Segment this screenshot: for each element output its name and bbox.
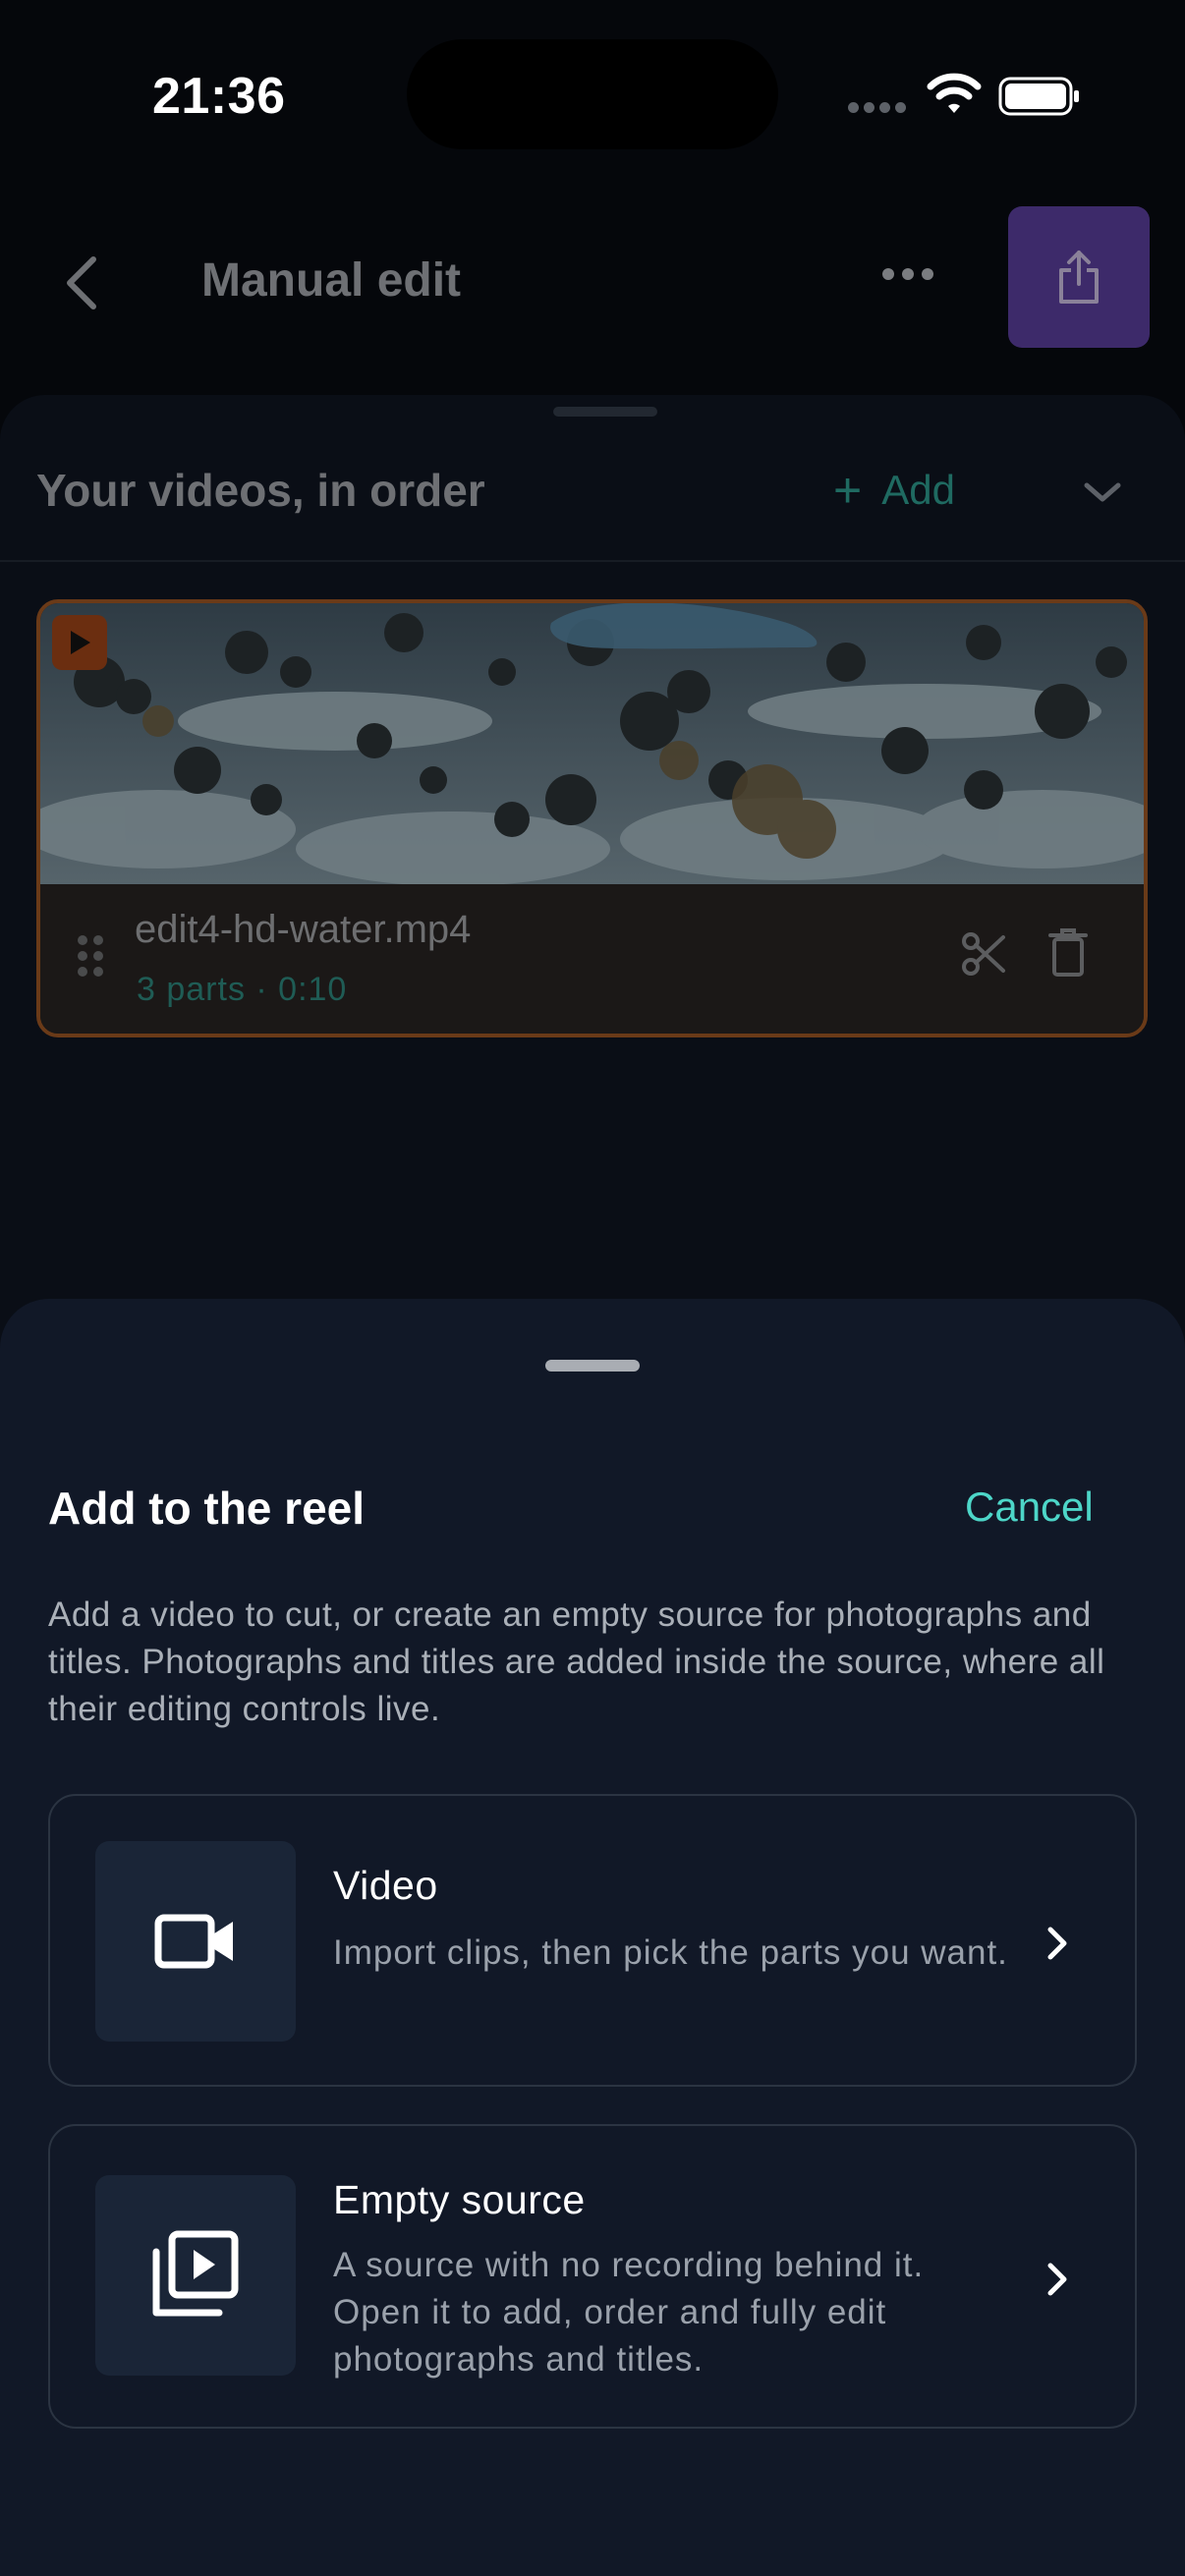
sheet-title: Add to the reel	[48, 1483, 366, 1534]
option-title: Empty source	[333, 2177, 586, 2222]
scissors-icon[interactable]	[960, 929, 1009, 979]
status-bar: 21:36	[0, 0, 1185, 187]
video-card-info: edit4-hd-water.mp4 3 parts · 0:10	[40, 884, 1144, 1034]
video-thumbnail[interactable]	[40, 603, 1144, 884]
back-chevron-icon[interactable]	[54, 244, 113, 322]
option-subtitle: A source with no recording behind it. Op…	[333, 2246, 925, 2379]
video-card[interactable]: edit4-hd-water.mp4 3 parts · 0:10	[36, 599, 1148, 1037]
option-empty-source[interactable]: Empty source A source with no recording …	[48, 2124, 1137, 2429]
share-icon	[1059, 251, 1099, 304]
option-icon-tile	[95, 2175, 296, 2376]
option-title: Video	[333, 1863, 438, 1908]
option-video[interactable]: Video Import clips, then pick the parts …	[48, 1794, 1137, 2087]
trash-icon[interactable]	[1048, 927, 1088, 979]
status-time: 21:36	[152, 68, 286, 125]
chevron-down-icon[interactable]	[1081, 477, 1124, 507]
battery-icon	[998, 77, 1079, 116]
file-meta: 3 parts · 0:10	[137, 971, 348, 1008]
drag-handle-icon[interactable]	[78, 935, 103, 977]
page-title: Manual edit	[201, 254, 462, 307]
add-label: Add	[881, 467, 955, 513]
sheet-drag-handle[interactable]	[545, 1360, 640, 1372]
play-badge	[52, 615, 107, 670]
divider	[0, 560, 1185, 562]
add-to-reel-sheet: Add to the reel Cancel Add a video to cu…	[0, 1299, 1185, 2576]
play-icon	[71, 631, 90, 654]
add-button[interactable]: + Add	[833, 466, 955, 515]
panel-drag-handle[interactable]	[553, 407, 657, 417]
option-icon-tile	[95, 1841, 296, 2042]
sheet-description: Add a video to cut, or create an empty s…	[48, 1596, 1105, 1728]
more-options-icon[interactable]	[882, 268, 933, 280]
cancel-button[interactable]: Cancel	[965, 1484, 1094, 1531]
option-subtitle: Import clips, then pick the parts you wa…	[333, 1933, 1008, 1972]
reel-panel: Your videos, in order + Add edit4-hd-wat…	[0, 395, 1185, 1377]
chevron-right-icon	[1047, 1927, 1067, 1960]
file-name: edit4-hd-water.mp4	[135, 908, 472, 951]
plus-icon: +	[833, 463, 863, 518]
media-stack-icon	[152, 2230, 239, 2317]
top-app-bar: Manual edit	[0, 196, 1185, 364]
dynamic-island	[407, 39, 778, 149]
video-camera-icon	[154, 1914, 233, 1969]
wifi-icon	[927, 73, 982, 113]
chevron-right-icon	[1047, 2263, 1067, 2296]
share-button[interactable]	[1008, 206, 1150, 348]
reel-section-title: Your videos, in order	[36, 465, 485, 516]
cellular-signal-icon	[848, 102, 906, 113]
